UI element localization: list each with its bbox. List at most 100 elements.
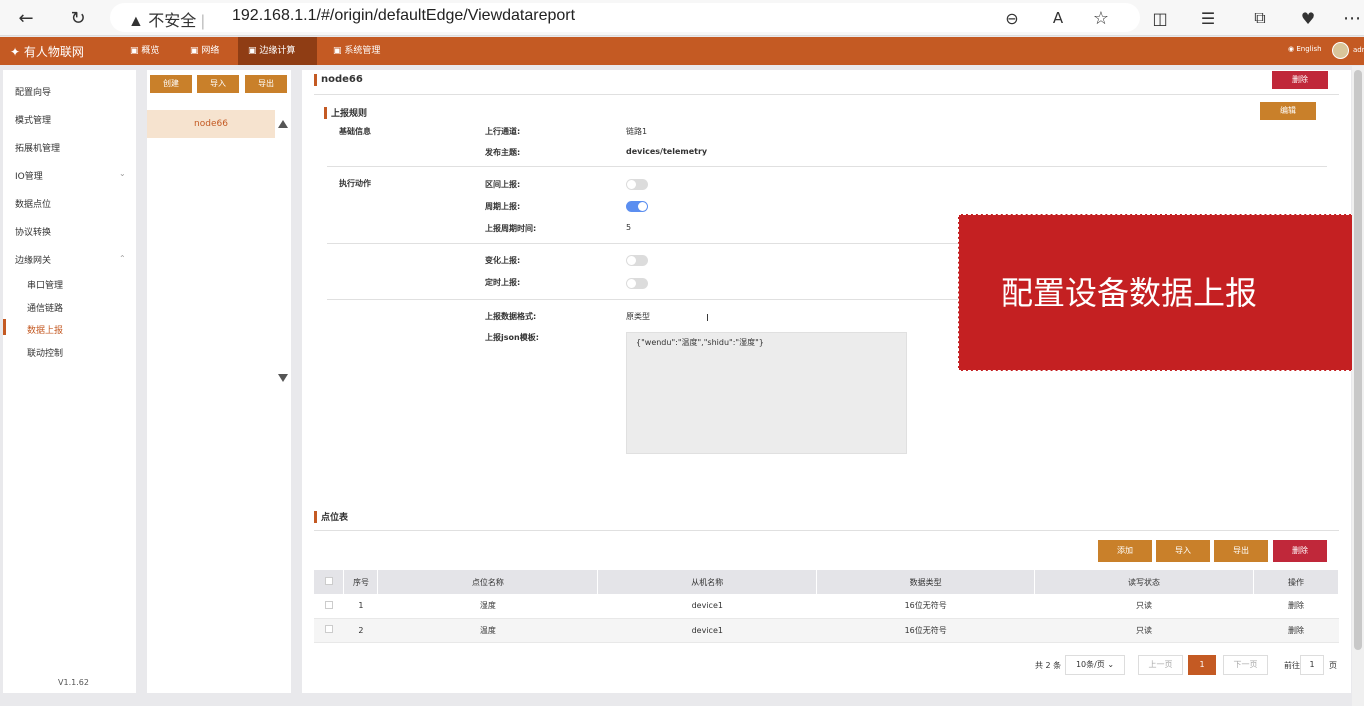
col-point-name: 点位名称 — [377, 570, 599, 594]
timed-report-label: 定时上报: — [485, 278, 521, 287]
period-report-toggle[interactable] — [626, 201, 648, 212]
goto-page-input[interactable]: 1 — [1300, 655, 1324, 675]
select-all-cell — [314, 570, 345, 594]
scroll-down-icon[interactable] — [278, 374, 288, 382]
system-icon: ▣ — [333, 46, 342, 56]
prev-page-button[interactable]: 上一页 — [1138, 655, 1183, 675]
language-label: English — [1296, 45, 1322, 53]
create-node-button[interactable]: 创建 — [150, 75, 192, 93]
user-name[interactable]: adr — [1353, 46, 1364, 54]
back-arrow-icon[interactable]: ← — [14, 6, 38, 30]
delete-node-button[interactable]: 删除 — [1272, 71, 1328, 89]
sidebar-item-io[interactable]: IO管理 — [15, 169, 43, 182]
chevron-down-icon: ⌄ — [119, 169, 126, 178]
main-content: node66 删除 上报规则 编辑 基础信息 上行通道: 链路1 发布主题: d… — [302, 70, 1351, 693]
cell-index: 1 — [343, 594, 378, 619]
split-screen-icon[interactable]: ◫ — [1148, 6, 1172, 30]
user-avatar[interactable] — [1332, 42, 1349, 59]
sidebar-item-mode[interactable]: 模式管理 — [15, 113, 51, 126]
page-scrollbar-thumb[interactable] — [1354, 70, 1362, 650]
uplink-value: 链路1 — [626, 127, 648, 136]
read-aloud-icon[interactable]: A — [1046, 6, 1070, 30]
json-template-field[interactable]: {"wendu":"温度","shidu":"湿度"} — [626, 332, 907, 454]
language-switch[interactable]: ◉ English — [1288, 45, 1322, 53]
nav-network[interactable]: ▣ 网络 — [180, 37, 229, 65]
sidebar-item-linkage[interactable]: 联动控制 — [27, 346, 63, 359]
more-icon[interactable]: ⋯ — [1340, 6, 1364, 30]
topic-value: devices/telemetry — [626, 147, 708, 156]
sidebar-item-extension[interactable]: 拓展机管理 — [15, 141, 60, 154]
insecure-warning[interactable]: ▲ 不安全 | — [128, 7, 205, 31]
nav-system-label: 系统管理 — [344, 46, 381, 56]
sidebar-item-data-report[interactable]: 数据上报 — [27, 323, 63, 336]
collections-icon[interactable]: ⧉ — [1248, 6, 1272, 30]
node-list-item[interactable]: node66 — [147, 110, 275, 138]
row-checkbox[interactable] — [324, 625, 333, 633]
col-data-type: 数据类型 — [816, 570, 1036, 594]
health-icon[interactable]: ♥ — [1296, 6, 1320, 30]
url-divider: | — [200, 13, 205, 30]
points-table: 序号 点位名称 从机名称 数据类型 读写状态 操作 1 湿度 device1 1… — [314, 570, 1340, 643]
format-value: 原类型 — [626, 312, 650, 321]
export-points-button[interactable]: 导出 — [1214, 540, 1268, 562]
select-all-checkbox[interactable] — [324, 577, 333, 585]
page-size-select[interactable]: 10条/页 ⌄ — [1065, 655, 1125, 675]
brand-name: 有人物联网 — [23, 45, 84, 59]
total-count: 共 2 条 — [1035, 661, 1062, 670]
row-delete-link[interactable]: 删除 — [1253, 618, 1339, 643]
node-scrollbar[interactable] — [275, 110, 291, 380]
action-heading: 执行动作 — [339, 179, 371, 188]
period-time-label: 上报周期时间: — [485, 224, 537, 233]
brand-logo[interactable]: ✦ 有人物联网 — [10, 43, 84, 60]
timed-report-toggle[interactable] — [626, 278, 648, 289]
page-size-value: 10条/页 — [1075, 660, 1105, 669]
favorites-list-icon[interactable]: ☰ — [1196, 6, 1220, 30]
change-report-toggle[interactable] — [626, 255, 648, 266]
sidebar-item-datapoints[interactable]: 数据点位 — [15, 197, 51, 210]
import-node-button[interactable]: 导入 — [197, 75, 239, 93]
version-label: V1.1.62 — [58, 678, 89, 687]
edit-rule-button[interactable]: 编辑 — [1260, 102, 1316, 120]
favorite-star-icon[interactable]: ☆ — [1089, 6, 1113, 30]
interval-report-label: 区间上报: — [485, 180, 521, 189]
top-navigation: ✦ 有人物联网 ▣ 概览 ▣ 网络 ▣ 边缘计算 ▣ 系统管理 ◉ Englis… — [0, 37, 1364, 65]
network-icon: ▣ — [190, 46, 199, 56]
reload-icon[interactable]: ↻ — [66, 6, 90, 30]
nav-network-label: 网络 — [201, 46, 220, 56]
interval-report-toggle[interactable] — [626, 179, 648, 190]
next-page-button[interactable]: 下一页 — [1223, 655, 1268, 675]
page-unit-label: 页 — [1329, 661, 1337, 670]
cell-rw-status: 只读 — [1034, 618, 1254, 643]
sidebar-item-link[interactable]: 通信链路 — [27, 301, 63, 314]
current-page[interactable]: 1 — [1188, 655, 1216, 675]
nav-overview[interactable]: ▣ 概览 — [120, 37, 169, 65]
url-text[interactable]: 192.168.1.1/#/origin/defaultEdge/Viewdat… — [232, 7, 575, 25]
title-accent — [314, 74, 317, 86]
sidebar-item-serial[interactable]: 串口管理 — [27, 278, 63, 291]
sidebar-item-edge-gateway[interactable]: 边缘网关 — [15, 253, 51, 266]
nav-edge-computing[interactable]: ▣ 边缘计算 — [238, 37, 317, 65]
table-row: 1 湿度 device1 16位无符号 只读 删除 — [314, 594, 1339, 619]
row-checkbox[interactable] — [324, 600, 333, 609]
table-header-row: 序号 点位名称 从机名称 数据类型 读写状态 操作 — [314, 570, 1340, 594]
export-node-button[interactable]: 导出 — [245, 75, 287, 93]
delete-points-button[interactable]: 删除 — [1273, 540, 1327, 562]
warning-icon: ▲ — [128, 13, 144, 30]
cell-data-type: 16位无符号 — [816, 594, 1035, 619]
sidebar-item-protocol[interactable]: 协议转换 — [15, 225, 51, 238]
sidebar-item-wizard[interactable]: 配置向导 — [15, 85, 51, 98]
scroll-up-icon[interactable] — [278, 120, 288, 128]
import-points-button[interactable]: 导入 — [1156, 540, 1210, 562]
row-delete-link[interactable]: 删除 — [1253, 594, 1339, 619]
col-index: 序号 — [343, 570, 379, 594]
goto-label: 前往 — [1284, 661, 1300, 670]
add-point-button[interactable]: 添加 — [1098, 540, 1152, 562]
node-list-panel: 创建 导入 导出 node66 — [147, 70, 291, 693]
caption-overlay: 配置设备数据上报 — [958, 214, 1364, 371]
cell-slave-name: device1 — [597, 618, 817, 643]
nav-system[interactable]: ▣ 系统管理 — [323, 37, 390, 65]
zoom-icon[interactable]: ⊖ — [1000, 6, 1024, 30]
col-actions: 操作 — [1253, 570, 1340, 594]
active-indicator — [3, 319, 6, 335]
node-title: node66 — [321, 74, 363, 85]
